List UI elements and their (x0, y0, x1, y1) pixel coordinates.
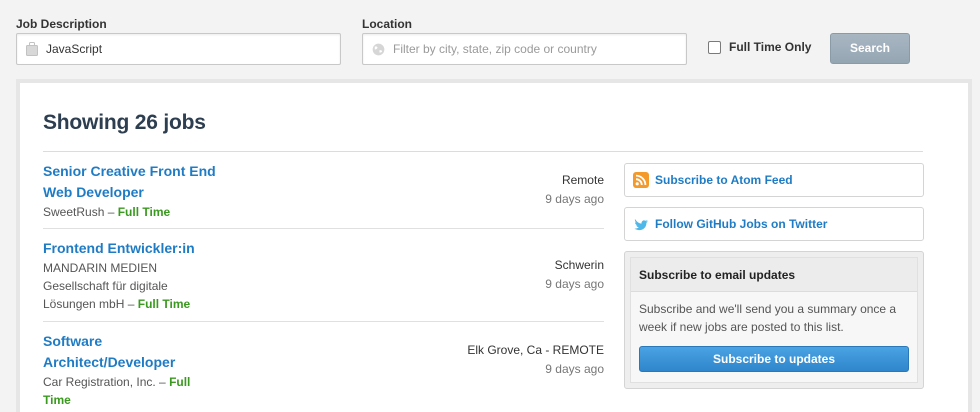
job-type: Time (43, 393, 71, 407)
job-title-line: Web Developer (43, 184, 144, 200)
full-time-checkbox[interactable] (708, 40, 721, 54)
job-description-label: Job Description (16, 17, 107, 31)
job-type: Full Time (117, 205, 171, 219)
email-description-line: week if new jobs are posted to this list… (639, 320, 844, 334)
job-title-link[interactable]: Senior Creative Front End Web Developer (43, 161, 604, 203)
globe-icon (372, 43, 385, 55)
email-subscription-box: Subscribe to email updates Subscribe and… (624, 251, 924, 389)
job-title-line: Architect/Developer (43, 354, 176, 370)
job-details: Remote 9 days ago (545, 172, 604, 208)
twitter-bird-icon (634, 219, 648, 231)
page-title: Showing 26 jobs (43, 111, 206, 134)
job-separator: – (155, 375, 170, 389)
job-separator: – (104, 205, 118, 219)
atom-feed-label: Subscribe to Atom Feed (655, 173, 793, 187)
job-company-line: Car Registration, Inc. – Full Time (43, 373, 604, 409)
job-list: Senior Creative Front End Web Developer … (43, 152, 604, 412)
job-separator: – (124, 297, 138, 311)
job-age: 9 days ago (545, 277, 604, 291)
job-location: Elk Grove, Ca - REMOTE (467, 343, 604, 357)
job-age: 9 days ago (545, 362, 604, 376)
job-description-field[interactable] (16, 33, 341, 65)
subscribe-button[interactable]: Subscribe to updates (639, 346, 909, 372)
location-field[interactable] (362, 33, 687, 65)
rss-icon (633, 172, 649, 188)
job-description-input[interactable] (46, 42, 340, 56)
search-bar: Job Description Location Full Time Only … (0, 0, 980, 80)
results-card: Showing 26 jobs Senior Creative Front En… (20, 83, 968, 412)
job-company-line: SweetRush – Full Time (43, 203, 604, 221)
job-details: Schwerin 9 days ago (545, 257, 604, 293)
job-company: MANDARIN MEDIEN (43, 261, 158, 275)
results-panel: Showing 26 jobs Senior Creative Front En… (16, 79, 972, 412)
sidebar: Subscribe to Atom Feed Follow GitHub Job… (624, 163, 924, 389)
job-row[interactable]: Senior Creative Front End Web Developer … (43, 152, 604, 229)
job-age: 9 days ago (545, 192, 604, 206)
email-subscription-card: Subscribe to email updates Subscribe and… (630, 257, 918, 383)
job-company-line: MANDARIN MEDIEN Gesellschaft für digital… (43, 259, 604, 313)
job-details: Elk Grove, Ca - REMOTE 9 days ago (467, 342, 604, 378)
job-row[interactable]: Software Architect/Developer Car Registr… (43, 322, 604, 412)
job-title-line: Senior Creative Front End (43, 163, 216, 179)
job-location: Remote (561, 173, 604, 187)
job-title-line: Software (43, 333, 103, 349)
job-row[interactable]: Frontend Entwickler:in MANDARIN MEDIEN G… (43, 229, 604, 322)
job-company: Car Registration, Inc. (43, 375, 156, 389)
location-input[interactable] (393, 42, 686, 56)
briefcase-icon (26, 42, 38, 56)
full-time-toggle[interactable]: Full Time Only (708, 40, 811, 54)
job-title-link[interactable]: Frontend Entwickler:in (43, 238, 604, 259)
job-type: Full (169, 375, 191, 389)
atom-feed-link[interactable]: Subscribe to Atom Feed (624, 163, 924, 197)
job-company: Lösungen mbH (43, 297, 125, 311)
job-location: Schwerin (554, 258, 604, 272)
job-company: Gesellschaft für digitale (43, 279, 168, 293)
twitter-label: Follow GitHub Jobs on Twitter (655, 217, 828, 231)
twitter-link[interactable]: Follow GitHub Jobs on Twitter (624, 207, 924, 241)
email-heading: Subscribe to email updates (631, 258, 917, 292)
job-type: Full Time (137, 297, 191, 311)
job-company: SweetRush (43, 205, 105, 219)
location-label: Location (362, 17, 412, 31)
email-description-line: Subscribe and we'll send you a summary o… (639, 302, 897, 316)
search-button[interactable]: Search (830, 33, 910, 64)
full-time-label: Full Time Only (729, 40, 812, 54)
email-description: Subscribe and we'll send you a summary o… (631, 292, 917, 342)
